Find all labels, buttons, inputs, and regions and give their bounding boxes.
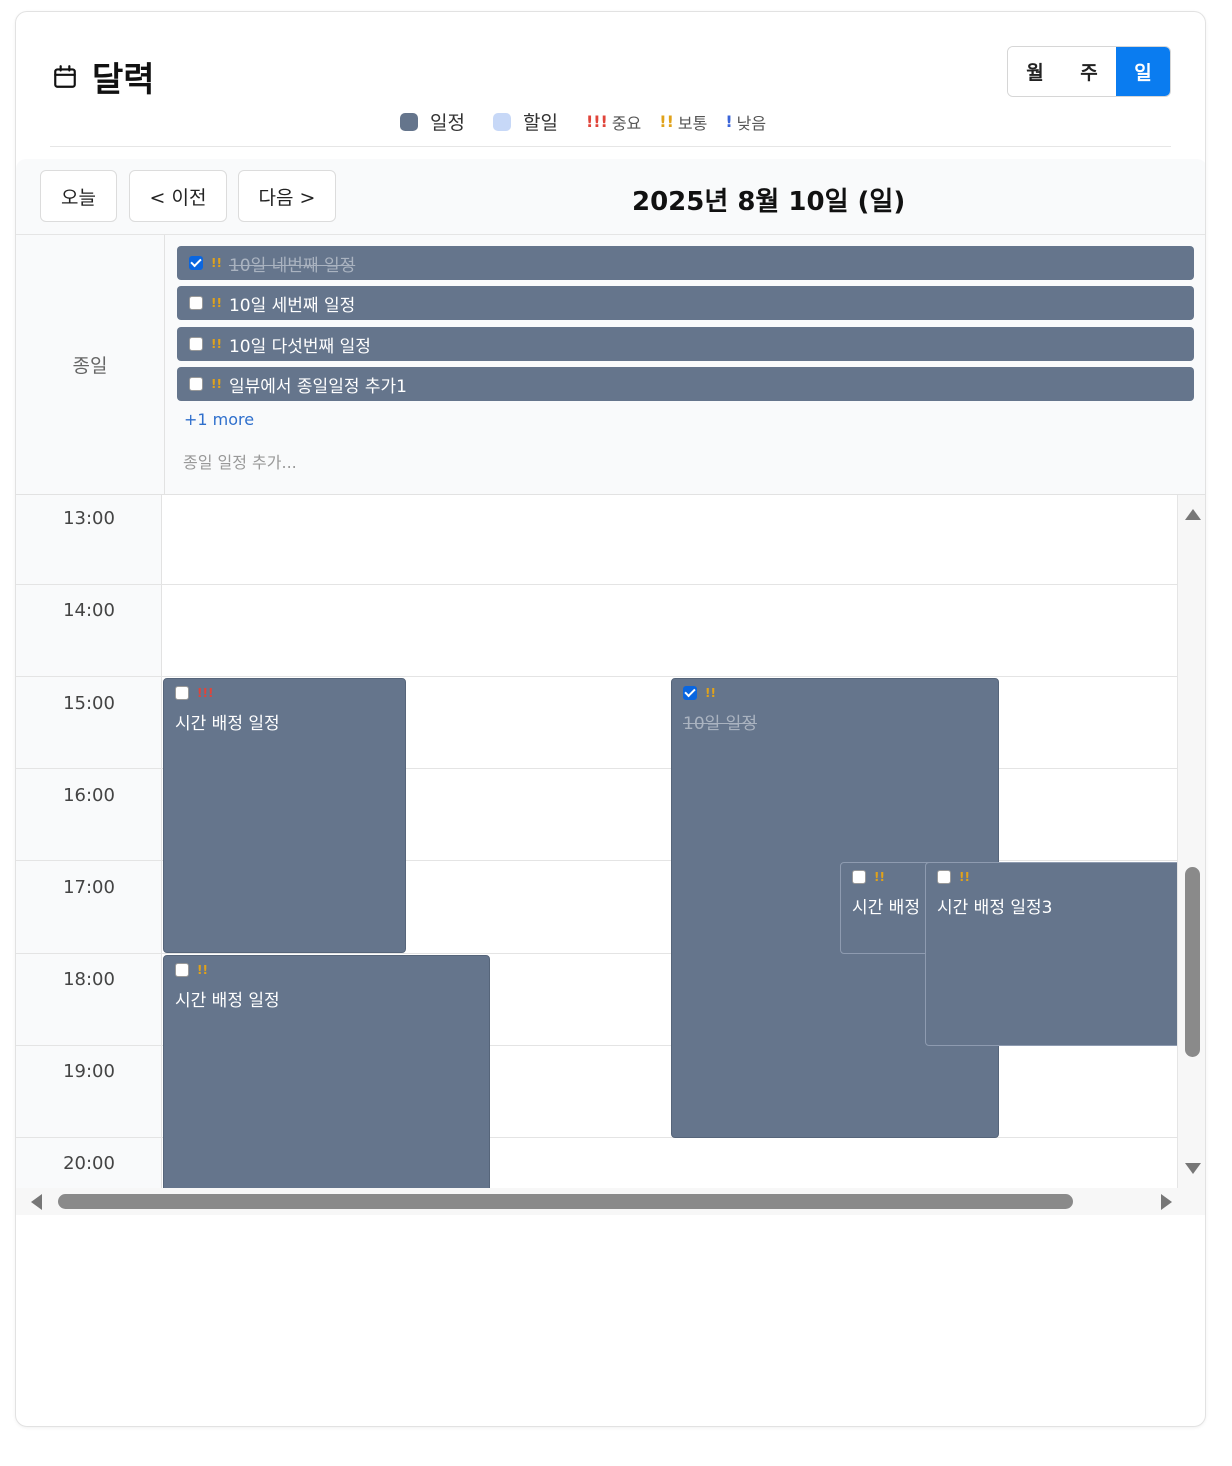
event-title: 일뷰에서 종일일정 추가1 xyxy=(228,376,407,397)
event-checkbox[interactable] xyxy=(175,963,189,977)
calendar-card: 달력 월 주 일 일정 할일 !!! 중요 !! 보통 ! 낮음 오늘 < 이전… xyxy=(15,11,1206,1427)
scroll-right-icon[interactable] xyxy=(1161,1194,1172,1210)
hour-line xyxy=(16,584,1177,585)
priority-mark: !! xyxy=(874,870,885,884)
event-title: 10일 다섯번째 일정 xyxy=(228,336,371,357)
time-column xyxy=(16,495,162,1188)
event-checkbox[interactable] xyxy=(852,870,866,884)
legend-priority-high: !!! 중요 xyxy=(586,110,641,134)
event-title: 시간 배정 일정 xyxy=(175,714,280,734)
allday-label: 종일 xyxy=(16,235,165,494)
allday-section: 종일 !! 10일 네번째 일정 !! 10일 세번째 일정 !! 10일 다섯… xyxy=(16,235,1205,495)
page-title: 달력 xyxy=(92,60,155,100)
more-events-link[interactable]: +1 more xyxy=(184,410,254,429)
scroll-left-icon[interactable] xyxy=(31,1194,42,1210)
time-label: 18:00 xyxy=(63,969,115,990)
event-checkbox[interactable] xyxy=(683,686,697,700)
priority-mark: !! xyxy=(211,377,222,391)
scroll-down-icon[interactable] xyxy=(1185,1163,1201,1174)
priority-mark: !! xyxy=(705,686,716,700)
event-checkbox[interactable] xyxy=(189,296,203,310)
priority-mark: !! xyxy=(211,296,222,310)
event-title: 시간 배정 일정3 xyxy=(937,898,1053,918)
timed-event[interactable]: !! 시간 배정 일정3 xyxy=(925,862,1177,1046)
priority-normal-label: 보통 xyxy=(677,113,708,133)
scroll-up-icon[interactable] xyxy=(1185,509,1201,520)
view-toggle: 월 주 일 xyxy=(1007,46,1171,97)
legend: 일정 할일 !!! 중요 !! 보통 ! 낮음 xyxy=(400,108,784,135)
event-checkbox[interactable] xyxy=(189,377,203,391)
priority-mark: !! xyxy=(197,963,208,977)
timed-event[interactable]: !!! 시간 배정 일정 xyxy=(163,678,406,953)
view-month-button[interactable]: 월 xyxy=(1008,47,1062,96)
allday-event[interactable]: !! 일뷰에서 종일일정 추가1 xyxy=(177,367,1194,401)
event-title: 10일 일정 xyxy=(683,714,757,734)
priority-mark: !! xyxy=(211,256,222,270)
header-divider xyxy=(50,146,1171,147)
priority-high-label: 중요 xyxy=(611,113,642,133)
event-color-swatch xyxy=(400,112,418,131)
time-label: 19:00 xyxy=(63,1061,115,1082)
time-label: 15:00 xyxy=(63,693,115,714)
event-title: 시간 배정 일정 xyxy=(175,991,280,1011)
calendar-toolbar: 오늘 < 이전 다음 > 2025년 8월 10일 (일) xyxy=(16,159,1205,235)
time-label: 16:00 xyxy=(63,785,115,806)
allday-event[interactable]: !! 10일 세번째 일정 xyxy=(177,286,1194,320)
event-checkbox[interactable] xyxy=(175,686,189,700)
legend-event-label: 일정 xyxy=(430,112,465,134)
add-allday-input[interactable]: 종일 일정 추가... xyxy=(183,449,297,473)
priority-mark: !! xyxy=(211,337,222,351)
legend-todo: 할일 xyxy=(492,108,558,135)
priority-low-label: 낮음 xyxy=(736,113,767,133)
header: 달력 xyxy=(52,52,155,101)
today-button[interactable]: 오늘 xyxy=(40,170,117,222)
vertical-scrollbar[interactable] xyxy=(1177,495,1205,1188)
time-label: 17:00 xyxy=(63,877,115,898)
priority-low-mark: ! xyxy=(725,112,733,131)
time-label: 14:00 xyxy=(63,600,115,621)
horizontal-scroll-thumb[interactable] xyxy=(58,1194,1073,1209)
todo-color-swatch xyxy=(492,112,511,131)
legend-priority-normal: !! 보통 xyxy=(659,110,707,134)
event-title: 10일 네번째 일정 xyxy=(228,255,356,276)
horizontal-scrollbar[interactable] xyxy=(16,1188,1205,1215)
event-title: 10일 세번째 일정 xyxy=(228,295,356,316)
allday-event[interactable]: !! 10일 다섯번째 일정 xyxy=(177,327,1194,361)
legend-event: 일정 xyxy=(400,108,465,135)
calendar-icon xyxy=(54,64,76,88)
legend-todo-label: 할일 xyxy=(522,112,558,134)
next-button[interactable]: 다음 > xyxy=(238,170,336,222)
view-day-button[interactable]: 일 xyxy=(1116,47,1170,96)
timed-event[interactable]: !! 시간 배정 일정 xyxy=(163,955,490,1188)
event-checkbox[interactable] xyxy=(189,256,203,270)
vertical-scroll-thumb[interactable] xyxy=(1185,867,1200,1057)
calendar-body: 오늘 < 이전 다음 > 2025년 8월 10일 (일) 종일 !! 10일 … xyxy=(16,159,1205,1215)
current-date: 2025년 8월 10일 (일) xyxy=(632,187,906,217)
event-checkbox[interactable] xyxy=(937,870,951,884)
priority-mark: !!! xyxy=(197,686,214,700)
allday-event[interactable]: !! 10일 네번째 일정 xyxy=(177,246,1194,280)
priority-high-mark: !!! xyxy=(585,112,608,131)
priority-normal-mark: !! xyxy=(659,112,674,131)
time-label: 20:00 xyxy=(63,1153,115,1174)
priority-mark: !! xyxy=(959,870,970,884)
view-week-button[interactable]: 주 xyxy=(1062,47,1116,96)
time-grid: 13:00 14:00 15:00 16:00 17:00 18:00 19:0… xyxy=(16,495,1177,1188)
event-checkbox[interactable] xyxy=(189,337,203,351)
time-label: 13:00 xyxy=(63,508,115,529)
legend-priority-low: ! 낮음 xyxy=(725,110,766,134)
hour-line xyxy=(16,676,1177,677)
prev-button[interactable]: < 이전 xyxy=(129,170,227,222)
